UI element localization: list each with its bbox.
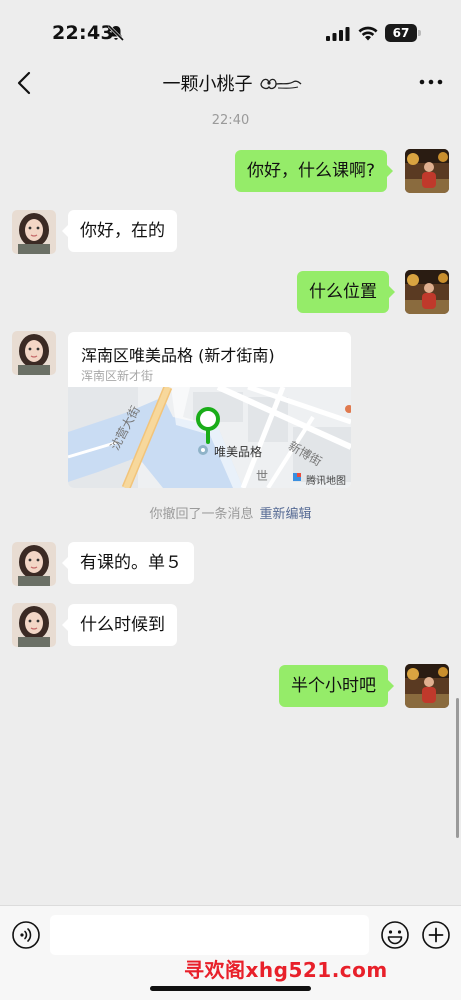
message-bubble-sent[interactable]: 半个小时吧	[279, 665, 394, 707]
recall-text: 你撤回了一条消息	[149, 507, 254, 522]
avatar-photo-icon	[12, 542, 56, 586]
emoji-icon[interactable]	[380, 920, 410, 950]
avatar-photo-icon	[12, 210, 56, 254]
battery-level: 67	[385, 24, 417, 42]
ellipsis-icon[interactable]	[419, 78, 443, 86]
location-card[interactable]: 浑南区唯美品格 (新才街南) 浑南区新才街 唯美品格 沈营大街 新博街 世 腾讯…	[68, 332, 351, 488]
chat-header: 一颗小桃子	[0, 60, 461, 106]
my-avatar[interactable]	[405, 270, 449, 314]
flower-decoration-icon	[260, 78, 302, 90]
message-bubble-received[interactable]: 什么时候到	[62, 604, 177, 646]
contact-avatar[interactable]	[12, 331, 56, 375]
message-bubble-sent[interactable]: 什么位置	[297, 271, 395, 313]
plus-icon[interactable]	[421, 920, 451, 950]
battery-icon: 67	[385, 24, 421, 42]
avatar-photo-icon	[405, 149, 449, 193]
watermark-text: 寻欢阁xhg521.com	[184, 958, 388, 982]
voice-icon[interactable]	[11, 920, 41, 950]
location-map[interactable]: 唯美品格 沈营大街 新博街 世 腾讯地图	[68, 384, 351, 488]
wifi-icon	[358, 26, 378, 41]
message-bubble-sent[interactable]: 你好，什么课啊?	[235, 150, 394, 192]
contact-name: 一颗小桃子	[162, 74, 253, 95]
my-avatar[interactable]	[405, 149, 449, 193]
cellular-signal-icon	[326, 27, 350, 41]
home-indicator[interactable]	[150, 986, 311, 991]
contact-avatar[interactable]	[12, 210, 56, 254]
my-avatar[interactable]	[405, 664, 449, 708]
map-place-label: 唯美品格	[214, 445, 263, 459]
recall-notice: 你撤回了一条消息 重新编辑	[0, 503, 461, 522]
message-input[interactable]	[50, 915, 369, 955]
avatar-photo-icon	[12, 603, 56, 647]
mute-bell-icon	[107, 24, 125, 42]
avatar-photo-icon	[405, 270, 449, 314]
chat-title: 一颗小桃子	[0, 70, 461, 96]
re-edit-link[interactable]: 重新编辑	[260, 507, 312, 522]
status-time: 22:43	[52, 22, 114, 44]
battery-tip	[418, 30, 421, 36]
location-address: 浑南区新才街	[81, 369, 154, 383]
status-bar: 22:43 67	[0, 0, 461, 60]
message-bubble-received[interactable]: 有课的。单５	[62, 542, 194, 584]
scrollbar[interactable]	[456, 698, 459, 838]
message-bubble-received[interactable]: 你好，在的	[62, 210, 177, 252]
contact-avatar[interactable]	[12, 603, 56, 647]
map-provider-logo: 腾讯地图	[306, 476, 346, 487]
avatar-photo-icon	[405, 664, 449, 708]
message-timestamp: 22:40	[211, 113, 250, 128]
location-title: 浑南区唯美品格 (新才街南)	[81, 346, 275, 365]
contact-avatar[interactable]	[12, 542, 56, 586]
map-street-label: 世	[256, 469, 269, 483]
avatar-photo-icon	[12, 331, 56, 375]
